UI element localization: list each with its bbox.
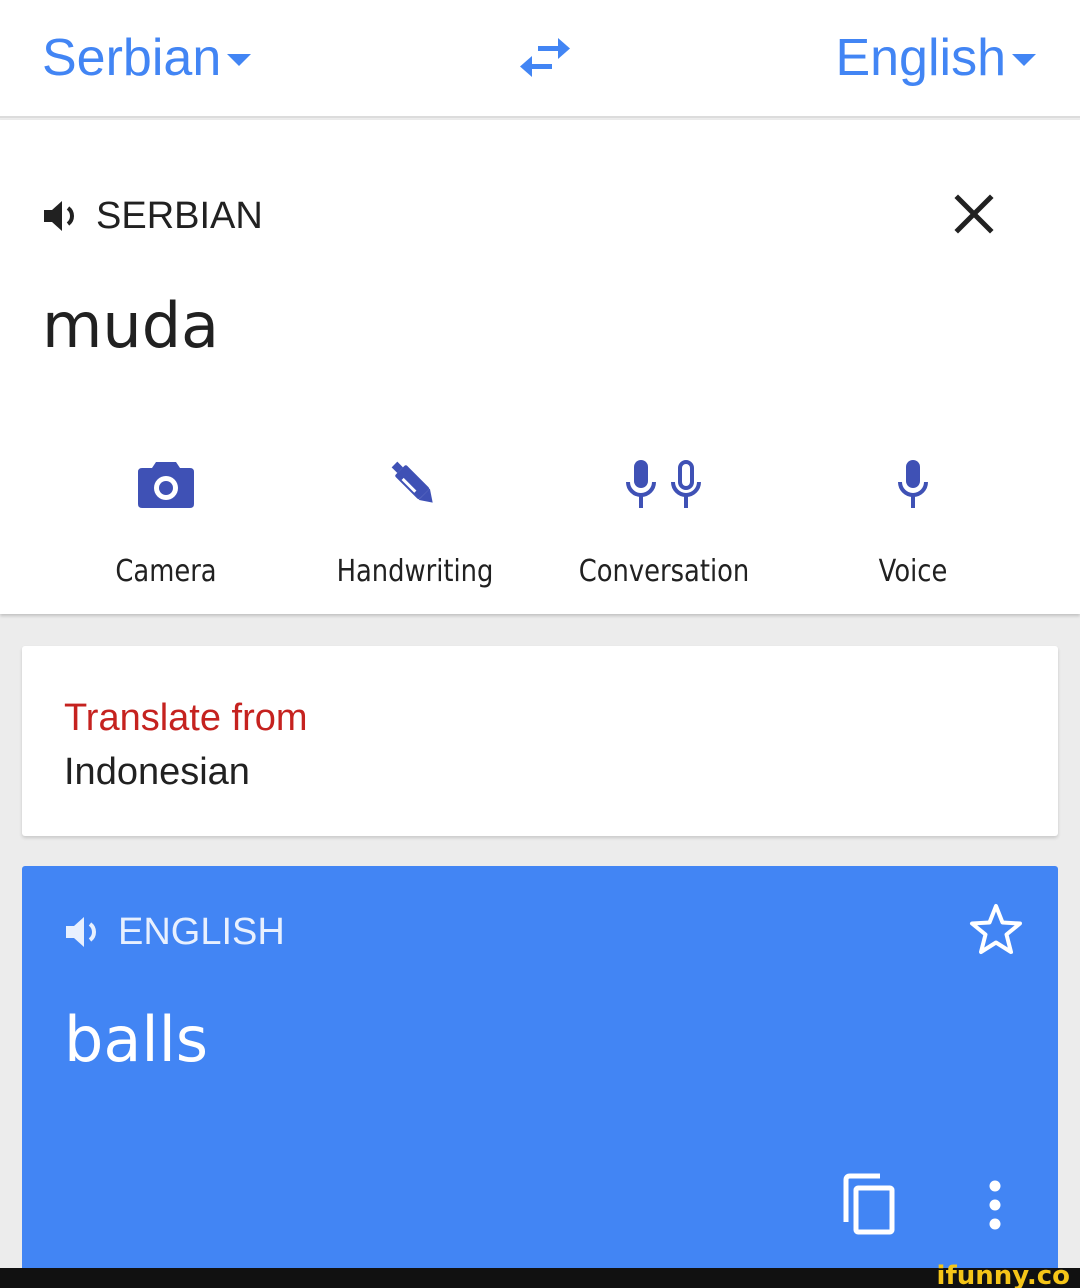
more-options-button[interactable] xyxy=(980,1180,1010,1230)
voice-label: Voice xyxy=(878,554,948,589)
source-dropdown-caret-icon xyxy=(227,54,252,66)
copy-icon xyxy=(843,1173,895,1235)
close-icon xyxy=(954,194,994,234)
handwriting-label: Handwriting xyxy=(336,554,494,589)
more-vertical-icon xyxy=(989,1180,1001,1230)
translation-result-card: ENGLISH balls xyxy=(22,866,1058,1268)
swap-languages-button[interactable] xyxy=(518,36,572,80)
ifunny-watermark: ifunny.co xyxy=(936,1261,1070,1288)
translated-text: balls xyxy=(64,1003,209,1076)
conversation-button[interactable]: Conversation xyxy=(564,458,764,598)
handwriting-button[interactable]: Handwriting xyxy=(315,458,515,598)
translate-from-title: Translate from xyxy=(64,697,308,739)
favorite-button[interactable] xyxy=(968,902,1024,958)
source-speaker-icon[interactable] xyxy=(42,198,84,234)
target-dropdown-caret-icon xyxy=(1012,54,1036,66)
language-bar: Serbian English xyxy=(0,0,1080,118)
target-language-label: English xyxy=(835,29,1006,87)
clear-input-button[interactable] xyxy=(954,194,994,234)
double-mic-icon xyxy=(626,460,701,508)
swap-arrows-icon xyxy=(520,38,570,77)
bottom-bar: ifunny.co xyxy=(0,1262,1080,1288)
source-language-label: Serbian xyxy=(42,29,222,87)
source-language-heading: SERBIAN xyxy=(96,195,263,237)
copy-button[interactable] xyxy=(838,1172,898,1236)
camera-button[interactable]: Camera xyxy=(66,458,266,598)
detected-language: Indonesian xyxy=(64,751,250,793)
star-icon xyxy=(970,904,1022,954)
camera-icon xyxy=(138,462,194,508)
voice-button[interactable]: Voice xyxy=(813,458,1013,598)
conversation-label: Conversation xyxy=(578,554,750,589)
target-language-dropdown[interactable]: English xyxy=(835,28,1036,88)
input-card: SERBIAN muda Camera Handwriting Conversa… xyxy=(0,120,1080,614)
target-language-heading: ENGLISH xyxy=(118,911,285,953)
target-speaker-icon[interactable] xyxy=(64,914,106,950)
source-text[interactable]: muda xyxy=(42,290,219,362)
mic-icon xyxy=(898,460,928,508)
pen-icon xyxy=(391,461,433,503)
camera-label: Camera xyxy=(115,554,217,589)
source-language-dropdown[interactable]: Serbian xyxy=(42,28,252,88)
language-detection-card[interactable]: Translate from Indonesian xyxy=(22,646,1058,836)
